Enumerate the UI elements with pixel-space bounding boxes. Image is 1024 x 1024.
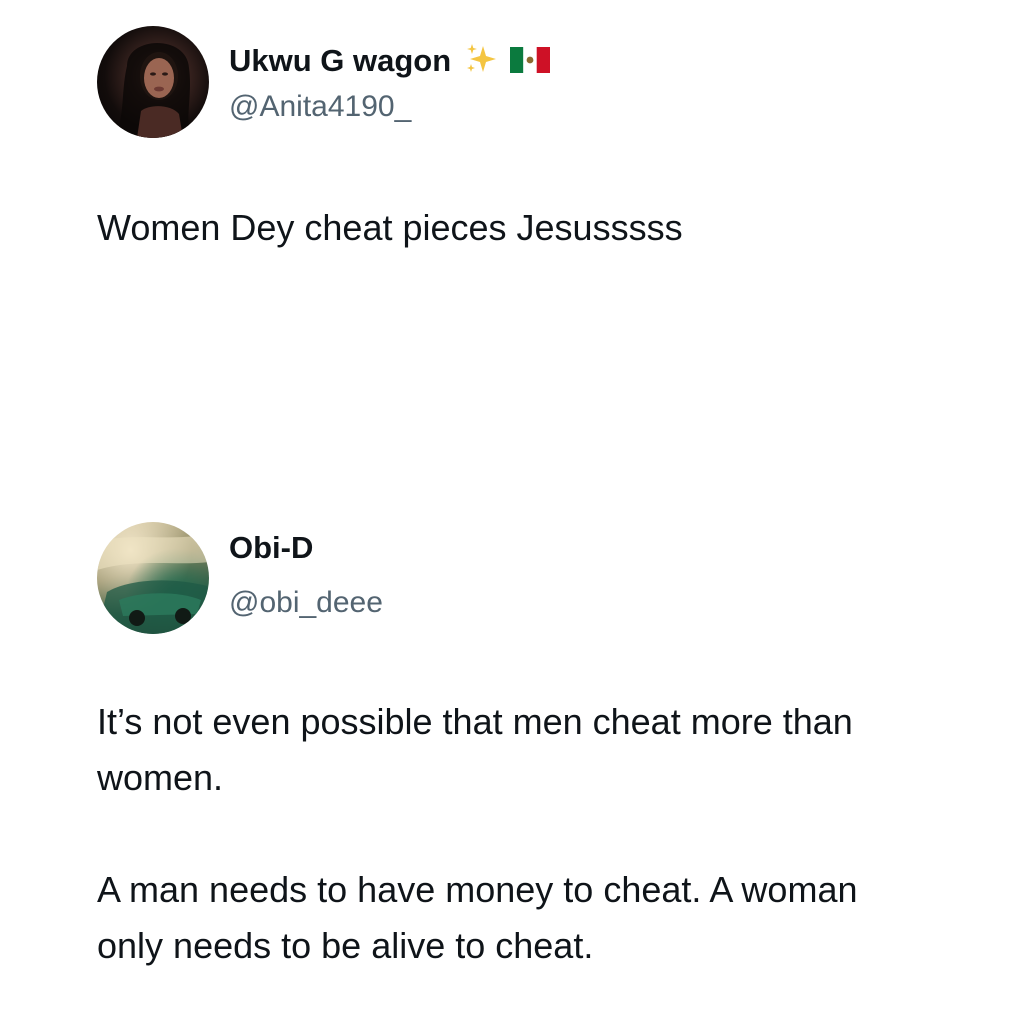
- handle[interactable]: @obi_deee: [229, 585, 383, 621]
- avatar-photo: [115, 43, 193, 138]
- tweet-paragraph: It’s not even possible that men cheat mo…: [97, 701, 853, 798]
- display-name-text: Obi-D: [229, 530, 314, 565]
- mexico-flag-icon: [510, 45, 551, 81]
- avatar-photo: [97, 534, 209, 634]
- sparkles-icon: [464, 42, 498, 84]
- display-name[interactable]: Obi-D: [229, 530, 313, 566]
- handle[interactable]: @Anita4190_: [229, 89, 411, 125]
- display-name[interactable]: Ukwu G wagon: [229, 42, 551, 84]
- tweet-text: Women Dey cheat pieces Jesusssss: [97, 207, 683, 248]
- avatar[interactable]: [97, 522, 209, 634]
- avatar[interactable]: [97, 26, 209, 138]
- tweet-paragraph: A man needs to have money to cheat. A wo…: [97, 869, 858, 966]
- display-name-text: Ukwu G wagon: [229, 43, 452, 79]
